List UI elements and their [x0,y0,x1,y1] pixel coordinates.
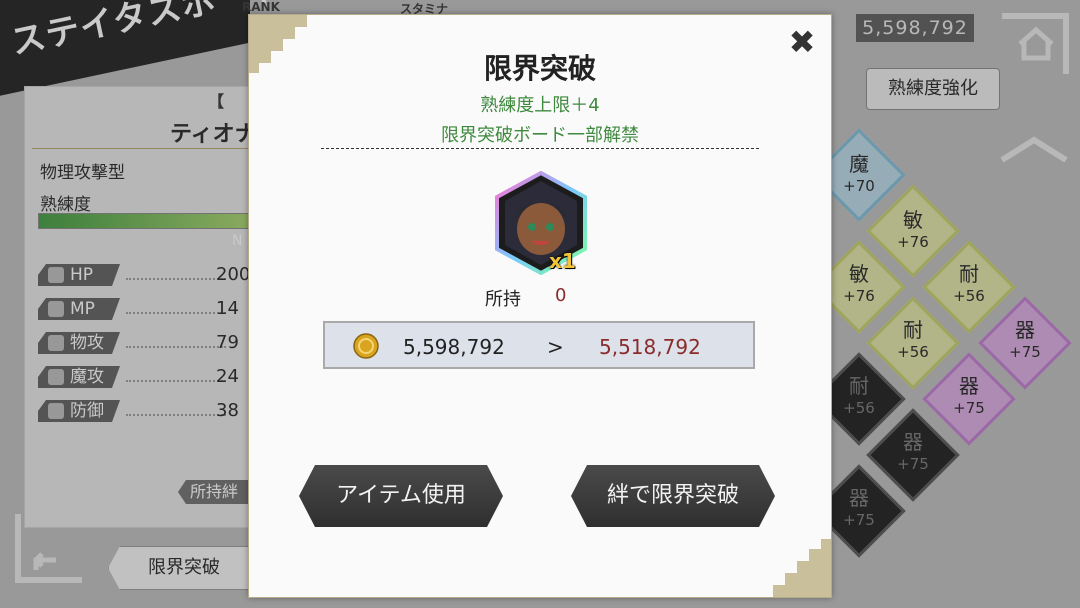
stat-value: 14 [216,298,239,319]
tile-value: +56 [843,399,875,417]
stat-label: 物攻 [70,333,104,353]
character-bracket: 【 [208,92,225,111]
current-money: 5,598,792 [403,335,505,359]
stat-value: 79 [216,332,239,353]
tile-kanji: 器 [903,430,923,454]
money-display: 5,598,792 [856,14,974,42]
effect-proficiency-cap: 熟練度上限＋4 [480,95,600,116]
tile-value: +75 [843,511,875,529]
corner-ornament [773,539,831,597]
divider [32,148,250,149]
sword-icon [48,335,64,351]
rank-label: RANK [242,0,280,14]
tile-value: +75 [953,399,985,417]
stat-row-def: 防御 38 [38,400,258,422]
resulting-money: 5,518,792 [599,335,701,359]
stat-row-mag-atk: 魔攻 24 [38,366,258,388]
stat-row-mp: MP 14 [38,298,258,320]
proficiency-bar [38,213,252,229]
limit-break-dialog: ✖ 限界突破 熟練度上限＋4 限界突破ボード一部解禁 x1 所持 0 5,598… [248,14,832,598]
shield-icon [48,403,64,419]
stat-value: 24 [216,366,239,387]
use-item-button[interactable]: アイテム使用 [299,465,503,527]
stat-row-phys-atk: 物攻 79 [38,332,258,354]
mastery-upgrade-button[interactable]: 熟練度強化 [866,68,1000,110]
tile-kanji: 敏 [849,262,869,286]
tile-kanji: 敏 [903,208,923,232]
scroll-up-icon[interactable] [998,134,1070,166]
character-name: ティオナ [170,122,257,147]
stat-label: MP [70,299,95,319]
owned-label: 所持 [485,289,521,310]
tile-kanji: 耐 [903,318,923,342]
stat-label: 魔攻 [70,367,104,387]
tile-value: +75 [897,455,929,473]
heart-icon [48,267,64,283]
mp-icon [48,301,64,317]
tile-kanji: 耐 [959,262,979,286]
tile-kanji: 器 [959,374,979,398]
tile-value: +76 [897,233,929,251]
item-multiplier: x1 [549,249,576,273]
divider [321,148,759,149]
tile-kanji: 器 [849,486,869,510]
tile-kanji: 器 [1015,318,1035,342]
tile-value: +56 [953,287,985,305]
effect-board-unlock: 限界突破ボード一部解禁 [441,125,639,146]
tile-value: +56 [897,343,929,361]
stat-label: 防御 [70,401,104,421]
bond-limit-break-button[interactable]: 絆で限界突破 [571,465,775,527]
home-icon[interactable] [996,10,1072,80]
proficiency-label: 熟練度 [40,195,91,215]
owned-count: 0 [555,285,567,306]
tile-kanji: 魔 [849,152,869,176]
limit-break-tab[interactable]: 限界突破 [108,546,260,590]
arrow: > [547,335,564,359]
dialog-title: 限界突破 [483,52,596,85]
cost-box: 5,598,792 > 5,518,792 [323,321,755,369]
back-icon[interactable] [12,510,88,590]
stat-value: 200 [216,264,251,285]
tile-value: +76 [843,287,875,305]
proficiency-next-label: N [232,233,243,249]
tile-value: +70 [843,177,875,195]
character-type: 物理攻撃型 [40,163,125,183]
stat-label: HP [70,265,94,285]
tile-value: +75 [1009,343,1041,361]
coin-icon [353,333,379,359]
tile-kanji: 耐 [849,374,869,398]
magic-icon [48,369,64,385]
stat-row-hp: HP 200 [38,264,258,286]
stat-value: 38 [216,400,239,421]
